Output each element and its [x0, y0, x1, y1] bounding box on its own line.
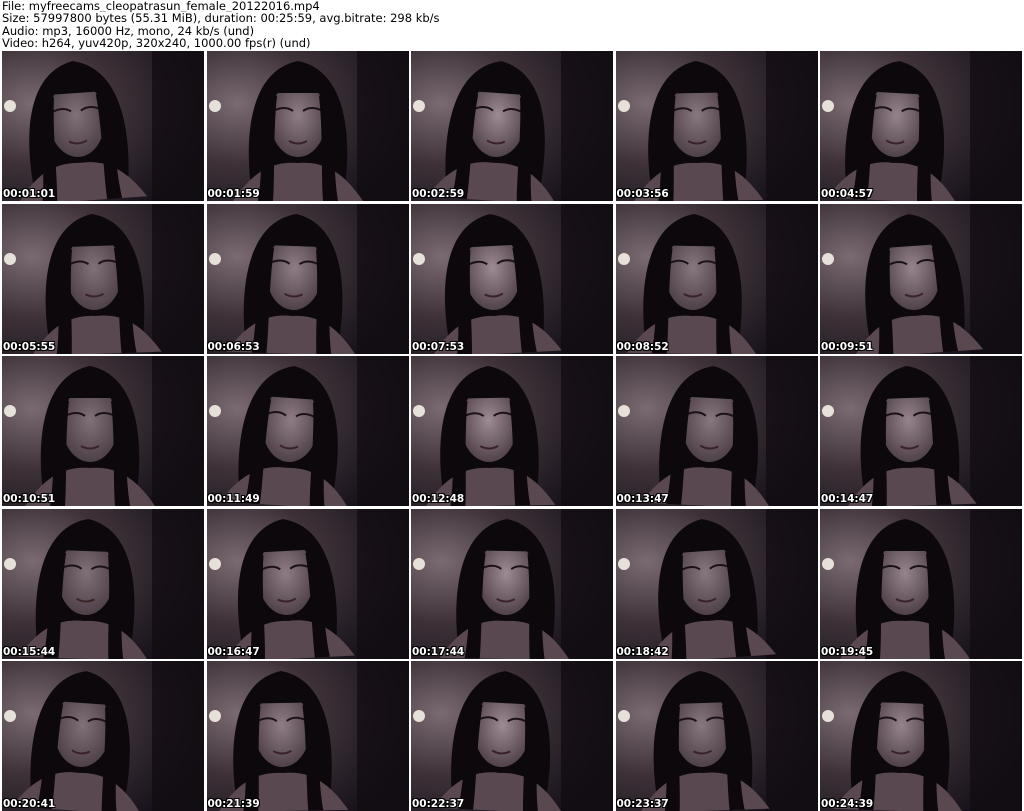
file-size-line: Size: 57997800 bytes (55.31 MiB), durati…: [2, 12, 440, 25]
frame-timestamp: 00:17:44: [412, 645, 465, 658]
frame-image: [820, 51, 1022, 201]
video-frame-thumbnail: 00:03:56: [615, 51, 818, 201]
video-frame-thumbnail: 00:01:59: [206, 51, 409, 201]
frame-timestamp: 00:16:47: [207, 645, 260, 658]
frame-image: [411, 661, 613, 811]
frame-timestamp: 00:14:47: [821, 493, 874, 505]
video-frame-thumbnail: 00:24:39: [820, 661, 1022, 811]
frame-timestamp: 00:18:42: [616, 645, 669, 658]
video-frame-thumbnail: 00:12:48: [411, 356, 613, 506]
frame-image: [2, 203, 204, 354]
video-frame-thumbnail: 00:15:44: [2, 508, 204, 659]
video-frame-thumbnail: 00:11:49: [206, 356, 409, 506]
frame-image: [2, 51, 204, 201]
frame-timestamp: 00:09:51: [821, 340, 874, 353]
frame-timestamp: 00:12:48: [412, 493, 465, 505]
audio-info-line: Audio: mp3, 16000 Hz, mono, 24 kb/s (und…: [2, 24, 255, 38]
frame-image: [2, 356, 204, 506]
video-frame-thumbnail: 00:13:47: [615, 356, 818, 506]
video-frame-thumbnail: 00:09:51: [820, 203, 1022, 354]
frame-image: [820, 508, 1022, 659]
video-frame-thumbnail: 00:21:39: [206, 661, 409, 811]
frame-timestamp: 00:01:01: [3, 188, 56, 200]
frame-timestamp: 00:02:59: [412, 188, 465, 200]
frame-image: [206, 356, 409, 506]
video-frame-thumbnail: 00:05:55: [2, 203, 204, 354]
thumbnail-grid: 00:01:01 00:01:59 00:02:59 00:03:56 00:04:57…: [2, 51, 1022, 811]
frame-image: [820, 356, 1022, 506]
frame-image: [206, 51, 409, 201]
video-frame-thumbnail: 00:06:53: [206, 203, 409, 354]
video-frame-thumbnail: 00:20:41: [2, 661, 204, 811]
frame-timestamp: 00:08:52: [616, 340, 669, 353]
frame-timestamp: 00:23:37: [616, 798, 669, 810]
frame-image: [206, 508, 409, 659]
frame-image: [615, 356, 818, 506]
video-frame-thumbnail: 00:10:51: [2, 356, 204, 506]
frame-timestamp: 00:22:37: [412, 798, 465, 810]
video-frame-thumbnail: 00:18:42: [615, 508, 818, 659]
frame-timestamp: 00:05:55: [3, 340, 56, 353]
frame-timestamp: 00:04:57: [821, 188, 874, 200]
video-frame-thumbnail: 00:23:37: [615, 661, 818, 811]
frame-image: [411, 51, 613, 201]
frame-timestamp: 00:15:44: [3, 645, 56, 658]
frame-image: [411, 508, 613, 659]
frame-timestamp: 00:06:53: [207, 340, 260, 353]
video-frame-thumbnail: 00:01:01: [2, 51, 204, 201]
frame-image: [206, 203, 409, 354]
frame-image: [820, 203, 1022, 354]
video-frame-thumbnail: 00:19:45: [820, 508, 1022, 659]
video-info-line: Video: h264, yuv420p, 320x240, 1000.00 f…: [2, 37, 311, 50]
frame-image: [615, 51, 818, 201]
frame-timestamp: 00:24:39: [821, 798, 874, 810]
frame-timestamp: 00:13:47: [616, 493, 669, 505]
frame-timestamp: 00:11:49: [207, 493, 260, 505]
video-frame-thumbnail: 00:02:59: [411, 51, 613, 201]
frame-image: [411, 203, 613, 354]
video-frame-thumbnail: 00:16:47: [206, 508, 409, 659]
frame-image: [206, 661, 409, 811]
file-info-header: File: myfreecams_cleopatrasun_female_201…: [2, 0, 1020, 50]
video-frame-thumbnail: 00:07:53: [411, 203, 613, 354]
frame-timestamp: 00:03:56: [616, 188, 669, 200]
frame-timestamp: 00:10:51: [3, 493, 56, 505]
frame-image: [820, 661, 1022, 811]
frame-timestamp: 00:19:45: [821, 645, 874, 658]
frame-timestamp: 00:07:53: [412, 340, 465, 353]
frame-timestamp: 00:21:39: [207, 798, 260, 810]
frame-image: [2, 508, 204, 659]
video-frame-thumbnail: 00:22:37: [411, 661, 613, 811]
frame-timestamp: 00:20:41: [3, 798, 56, 810]
file-name-line: File: myfreecams_cleopatrasun_female_201…: [2, 0, 320, 13]
frame-image: [411, 356, 613, 506]
video-frame-thumbnail: 00:04:57: [820, 51, 1022, 201]
frame-image: [615, 661, 818, 811]
frame-image: [615, 203, 818, 354]
video-frame-thumbnail: 00:14:47: [820, 356, 1022, 506]
video-frame-thumbnail: 00:17:44: [411, 508, 613, 659]
frame-timestamp: 00:01:59: [207, 188, 260, 200]
frame-image: [2, 661, 204, 811]
video-frame-thumbnail: 00:08:52: [615, 203, 818, 354]
frame-image: [615, 508, 818, 659]
